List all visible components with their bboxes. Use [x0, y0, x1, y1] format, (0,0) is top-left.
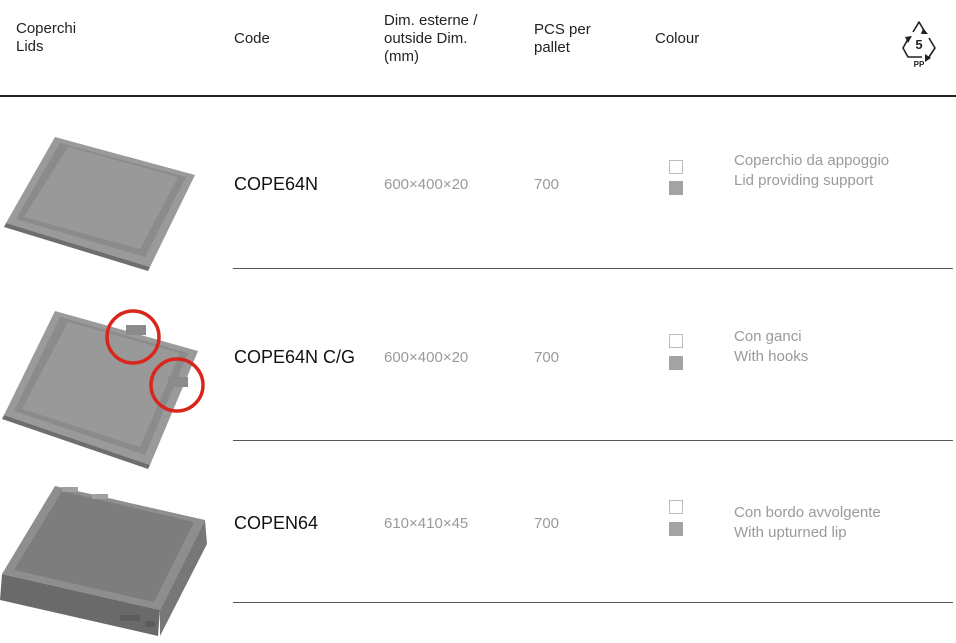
- row-description: Con bordo avvolgente With upturned lip: [734, 503, 881, 543]
- row-dimensions: 610×410×45: [384, 515, 469, 532]
- row-divider: [233, 440, 953, 441]
- recycle-pp-icon: 5 PP: [898, 18, 940, 75]
- swatch-white: [669, 160, 683, 174]
- swatch-grey: [669, 181, 683, 195]
- swatch-white: [669, 500, 683, 514]
- row-dimensions: 600×400×20: [384, 349, 469, 366]
- row-description-en: With hooks: [734, 348, 809, 365]
- row-description-en: With upturned lip: [734, 524, 847, 541]
- lid-image-copen64: [0, 478, 215, 643]
- recycle-number: 5: [915, 37, 922, 52]
- row-description-it: Con bordo avvolgente: [734, 504, 881, 521]
- recycle-material: PP: [914, 60, 925, 69]
- lid-image-cope64n-cg: [0, 305, 210, 476]
- row-description-it: Con ganci: [734, 328, 802, 345]
- row-code: COPEN64: [234, 513, 319, 533]
- row-pcs: 700: [534, 176, 560, 193]
- row-description: Coperchio da appoggio Lid providing supp…: [734, 151, 889, 191]
- header-divider: [0, 95, 956, 97]
- swatch-white: [669, 334, 683, 348]
- row-pcs: 700: [534, 515, 560, 532]
- swatch-grey: [669, 522, 683, 536]
- row-description-it: Coperchio da appoggio: [734, 152, 890, 169]
- header-dimensions: Dim. esterne / outside Dim. (mm): [384, 12, 478, 65]
- header-colour: Colour: [655, 30, 700, 47]
- row-description: Con ganci With hooks: [734, 327, 808, 367]
- row-dimensions: 600×400×20: [384, 176, 469, 193]
- header-lids: Coperchi Lids: [16, 20, 77, 55]
- row-pcs: 700: [534, 349, 560, 366]
- header-pcs-per-pallet: PCS per pallet: [534, 21, 591, 56]
- row-code: COPE64N: [234, 174, 319, 194]
- swatch-grey: [669, 356, 683, 370]
- row-code: COPE64N C/G: [234, 347, 356, 367]
- lid-image-cope64n: [0, 135, 200, 276]
- row-description-en: Lid providing support: [734, 172, 874, 189]
- row-divider: [233, 268, 953, 269]
- header-code: Code: [234, 30, 270, 47]
- row-divider: [233, 602, 953, 603]
